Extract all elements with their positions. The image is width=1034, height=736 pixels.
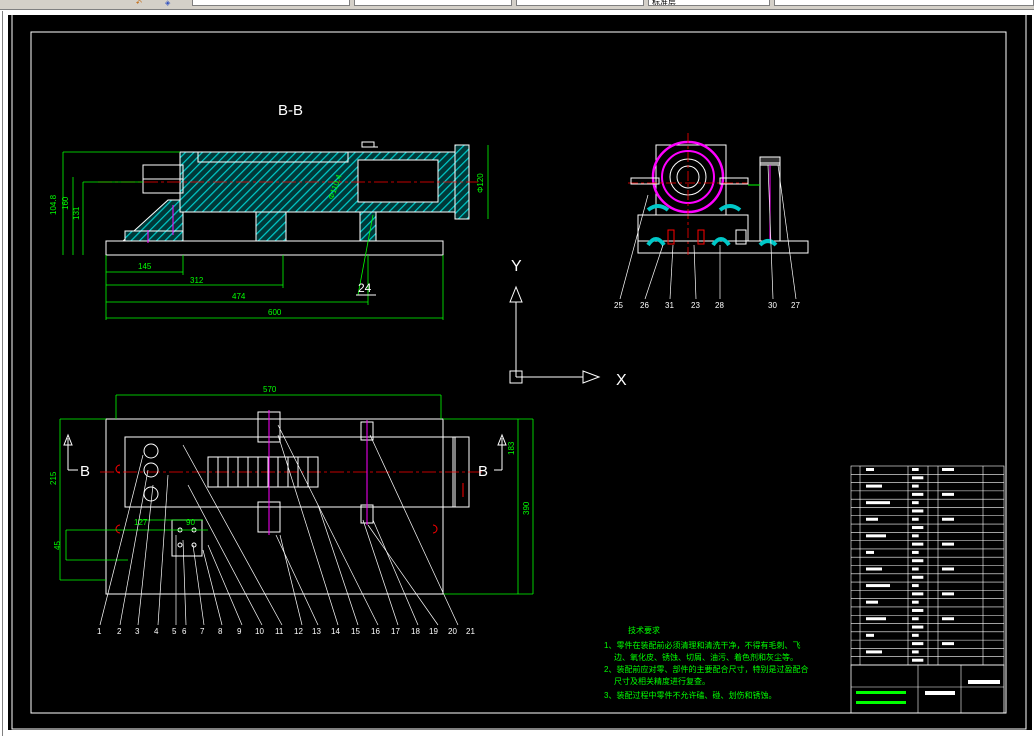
part-label-15: 15 bbox=[351, 627, 360, 636]
note-line-3: 2、装配前应对零、部件的主要配合尺寸，特别是过盈配合 bbox=[604, 664, 808, 674]
dim-h2: 390 bbox=[522, 501, 531, 515]
dim-h4: 45 bbox=[53, 541, 62, 550]
cad-drawing: B-B 104.8 160 131 Φ120 Φ110.4 145 312 47… bbox=[11, 12, 1027, 730]
section-view-bb bbox=[98, 141, 478, 256]
part-label-17: 17 bbox=[391, 627, 400, 636]
part-label-4: 4 bbox=[154, 627, 159, 636]
technical-notes: 技术要求 1、零件在装配前必须清理和清洗干净，不得有毛刺、飞 边、氧化皮、锈蚀、… bbox=[604, 625, 808, 700]
part-label-13: 13 bbox=[312, 627, 321, 636]
toolbar-field-style[interactable] bbox=[774, 0, 1034, 6]
inner-bore bbox=[357, 159, 439, 203]
dim-w3: 474 bbox=[232, 292, 246, 301]
part-label-12: 12 bbox=[294, 627, 303, 636]
section-title: B-B bbox=[278, 102, 303, 119]
support-left bbox=[255, 211, 287, 242]
note-line-4: 尺寸及相关精度进行复查。 bbox=[614, 676, 710, 686]
toolbar-field-layer[interactable] bbox=[192, 0, 350, 6]
side-labels: 25 26 31 23 28 30 27 bbox=[614, 301, 800, 310]
note-line-2: 边、氧化皮、锈蚀、切屑、油污、着色剂和灰尘等。 bbox=[614, 652, 798, 662]
undo-icon[interactable]: ↶ bbox=[136, 0, 146, 7]
dim-top: 570 bbox=[263, 385, 277, 394]
dim-w4: 600 bbox=[268, 308, 282, 317]
side-view bbox=[628, 133, 809, 255]
part-label-16: 16 bbox=[371, 627, 380, 636]
side-label-5: 30 bbox=[768, 301, 777, 310]
part-label-14: 14 bbox=[331, 627, 340, 636]
title-block bbox=[850, 664, 1005, 714]
thread-region bbox=[197, 151, 349, 163]
part-label-2: 2 bbox=[117, 627, 122, 636]
dim-d1: 104.8 bbox=[49, 194, 58, 215]
note-line-1: 1、零件在装配前必须清理和清洗干净，不得有毛刺、飞 bbox=[604, 640, 800, 650]
side-label-6: 27 bbox=[791, 301, 800, 310]
dim-h3: 183 bbox=[507, 441, 516, 455]
support-right bbox=[359, 211, 377, 242]
parts-list-table bbox=[850, 465, 1005, 666]
dim-w1: 145 bbox=[138, 262, 152, 271]
part-label-8: 8 bbox=[218, 627, 223, 636]
side-label-3: 23 bbox=[691, 301, 700, 310]
part-labels: 1 2 3 4 5 6 7 8 9 10 11 12 13 14 15 16 1… bbox=[97, 627, 475, 636]
plan-view bbox=[100, 410, 483, 595]
section-marker-left: B bbox=[80, 463, 90, 480]
part-label-18: 18 bbox=[411, 627, 420, 636]
dim-d3: 131 bbox=[72, 206, 81, 220]
part-label-5: 5 bbox=[172, 627, 177, 636]
dim-d2: 160 bbox=[61, 196, 70, 210]
axis-y-label: Y bbox=[511, 258, 522, 275]
part-label-6: 6 bbox=[182, 627, 187, 636]
section-markers bbox=[63, 433, 507, 471]
side-label-1: 26 bbox=[640, 301, 649, 310]
part-label-21: 21 bbox=[466, 627, 475, 636]
side-label-0: 25 bbox=[614, 301, 623, 310]
toolbar-field-color[interactable] bbox=[354, 0, 512, 6]
layer-icon[interactable]: ◈ bbox=[165, 0, 175, 7]
dim-d4: Φ120 bbox=[476, 173, 485, 193]
toolbar-field-lineweight[interactable]: 标准层 bbox=[648, 0, 770, 6]
toolbar-field-linetype[interactable] bbox=[516, 0, 644, 6]
dim-h1: 215 bbox=[49, 471, 58, 485]
side-label-4: 28 bbox=[715, 301, 724, 310]
part-label-19: 19 bbox=[429, 627, 438, 636]
outer-frame bbox=[11, 12, 1027, 730]
autocad-toolbar: ↶ ◈ 标准层 bbox=[0, 0, 1034, 10]
part-label-20: 20 bbox=[448, 627, 457, 636]
dim-h6: 90 bbox=[186, 518, 195, 527]
dim-h5: 127 bbox=[134, 518, 148, 527]
section-marker-right: B bbox=[478, 463, 488, 480]
part-label-11: 11 bbox=[275, 627, 284, 636]
part-label-10: 10 bbox=[255, 627, 264, 636]
base-plate bbox=[105, 240, 444, 256]
side-label-2: 31 bbox=[665, 301, 674, 310]
part-label-3: 3 bbox=[135, 627, 140, 636]
dim-w2: 312 bbox=[190, 276, 204, 285]
axis-x-label: X bbox=[616, 372, 627, 389]
part-leaders bbox=[99, 424, 459, 626]
note-line-5: 3、装配过程中零件不允许磕、碰、划伤和锈蚀。 bbox=[604, 690, 776, 700]
notes-title: 技术要求 bbox=[628, 625, 660, 635]
part-label-7: 7 bbox=[200, 627, 205, 636]
plan-dim-text: 570 215 390 183 45 127 90 bbox=[49, 385, 531, 550]
drawing-canvas[interactable]: B-B 104.8 160 131 Φ120 Φ110.4 145 312 47… bbox=[8, 12, 1032, 730]
part-label-1: 1 bbox=[97, 627, 102, 636]
callout-24: 24 bbox=[358, 281, 372, 295]
ucs-icon bbox=[509, 285, 601, 384]
part-label-9: 9 bbox=[237, 627, 242, 636]
